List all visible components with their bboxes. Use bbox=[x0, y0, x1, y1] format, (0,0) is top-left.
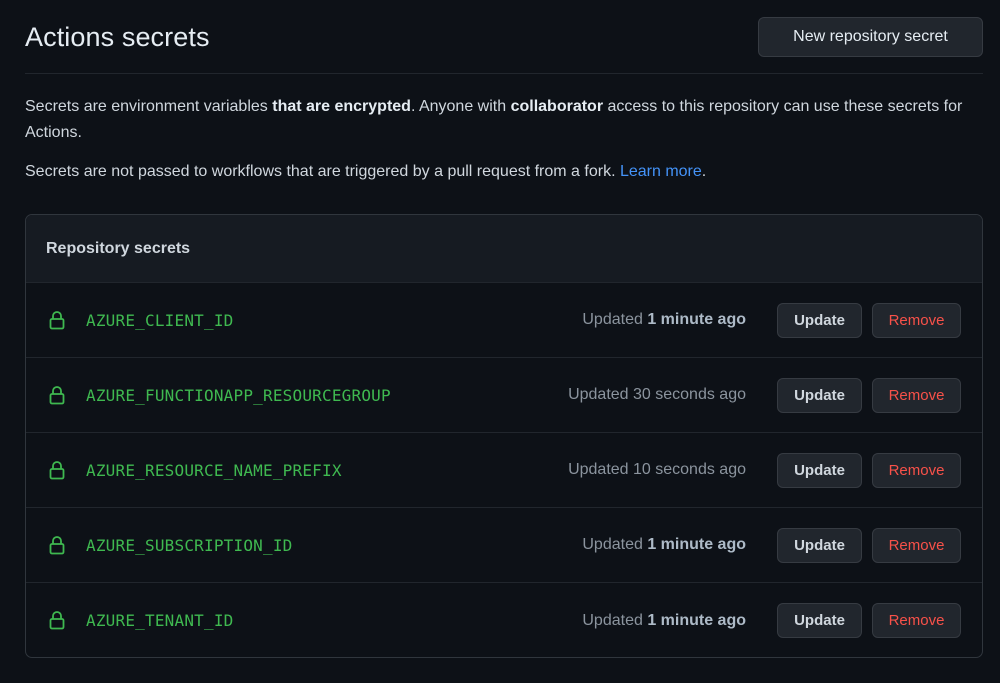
remove-secret-button[interactable]: Remove bbox=[872, 377, 961, 413]
repository-secrets-panel: Repository secrets AZURE_CLIENT_ID Updat… bbox=[25, 214, 983, 658]
update-secret-button[interactable]: Update bbox=[777, 603, 862, 638]
desc-text: Secrets are environment variables bbox=[25, 98, 273, 115]
lock-icon bbox=[49, 461, 65, 480]
update-secret-button[interactable]: Update bbox=[777, 452, 862, 488]
fork-notice: Secrets are not passed to workflows that… bbox=[25, 159, 965, 185]
desc-bold-collaborator: collaborator bbox=[510, 98, 604, 115]
secret-name: AZURE_SUBSCRIPTION_ID bbox=[86, 535, 293, 555]
updated-timestamp: Updated 10 seconds ago bbox=[568, 461, 746, 479]
page-header: Actions secrets New repository secret bbox=[25, 16, 983, 74]
secret-row: AZURE_RESOURCE_NAME_PREFIX Updated 10 se… bbox=[26, 433, 982, 508]
new-repository-secret-button[interactable]: New repository secret bbox=[758, 17, 983, 57]
updated-timestamp: Updated 1 minute ago bbox=[582, 536, 746, 554]
lock-icon bbox=[49, 536, 65, 555]
panel-header: Repository secrets bbox=[26, 215, 982, 283]
updated-value: 1 minute ago bbox=[647, 611, 746, 629]
updated-prefix: Updated bbox=[568, 386, 634, 403]
secrets-list: AZURE_CLIENT_ID Updated 1 minute ago Upd… bbox=[26, 283, 982, 657]
remove-secret-button[interactable]: Remove bbox=[872, 302, 961, 338]
fork-notice-text: Secrets are not passed to workflows that… bbox=[25, 163, 620, 180]
secret-row: AZURE_CLIENT_ID Updated 1 minute ago Upd… bbox=[26, 283, 982, 358]
updated-value: 30 seconds ago bbox=[633, 386, 746, 403]
updated-prefix: Updated bbox=[568, 461, 634, 478]
secret-row: AZURE_SUBSCRIPTION_ID Updated 1 minute a… bbox=[26, 508, 982, 583]
secret-row: AZURE_TENANT_ID Updated 1 minute ago Upd… bbox=[26, 583, 982, 657]
secret-name: AZURE_RESOURCE_NAME_PREFIX bbox=[86, 460, 342, 480]
secret-row: AZURE_FUNCTIONAPP_RESOURCEGROUP Updated … bbox=[26, 358, 982, 433]
lock-icon bbox=[49, 611, 65, 630]
remove-secret-button[interactable]: Remove bbox=[872, 527, 961, 563]
updated-value: 1 minute ago bbox=[647, 311, 746, 328]
secret-name: AZURE_CLIENT_ID bbox=[86, 310, 234, 330]
updated-prefix: Updated bbox=[582, 311, 648, 328]
updated-value: 1 minute ago bbox=[647, 536, 746, 553]
desc-bold-encrypted: that are encrypted bbox=[272, 98, 411, 115]
lock-icon bbox=[49, 311, 65, 330]
update-secret-button[interactable]: Update bbox=[777, 377, 862, 413]
updated-prefix: Updated bbox=[582, 611, 648, 629]
updated-timestamp: Updated 30 seconds ago bbox=[568, 386, 746, 404]
updated-prefix: Updated bbox=[582, 536, 648, 553]
update-secret-button[interactable]: Update bbox=[777, 302, 862, 338]
update-secret-button[interactable]: Update bbox=[777, 527, 862, 563]
updated-timestamp: Updated 1 minute ago bbox=[582, 311, 746, 329]
remove-secret-button[interactable]: Remove bbox=[872, 452, 961, 488]
secret-name: AZURE_FUNCTIONAPP_RESOURCEGROUP bbox=[86, 385, 391, 405]
updated-value: 10 seconds ago bbox=[633, 461, 746, 478]
period: . bbox=[701, 163, 707, 180]
secrets-description: Secrets are environment variables that a… bbox=[25, 94, 965, 146]
secret-name: AZURE_TENANT_ID bbox=[86, 611, 234, 630]
page-title: Actions secrets bbox=[25, 22, 210, 52]
updated-timestamp: Updated 1 minute ago bbox=[582, 612, 746, 630]
learn-more-link[interactable]: Learn more bbox=[620, 163, 702, 180]
actions-secrets-page: Actions secrets New repository secret Se… bbox=[0, 0, 1000, 683]
remove-secret-button[interactable]: Remove bbox=[872, 603, 961, 638]
panel-title: Repository secrets bbox=[46, 239, 191, 257]
lock-icon bbox=[49, 386, 65, 405]
desc-text: . Anyone with bbox=[410, 98, 511, 115]
